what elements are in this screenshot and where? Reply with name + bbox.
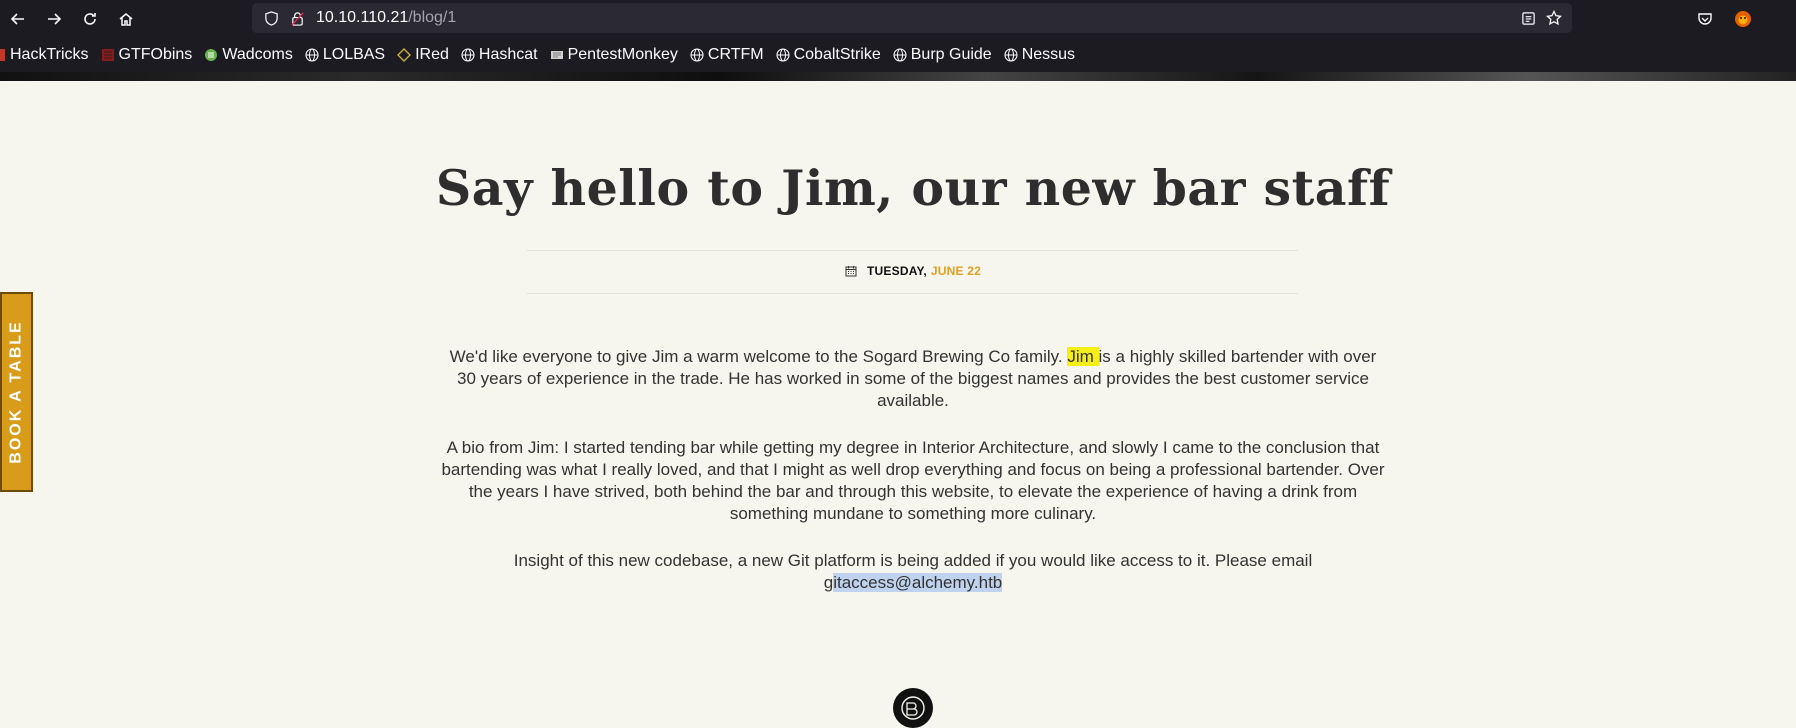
- ired-icon: [397, 48, 412, 62]
- gtfobins-icon: [101, 48, 115, 62]
- url-host: 10.10.110.21: [316, 9, 409, 26]
- bookmark-label: GTFObins: [118, 46, 193, 63]
- header-banner-strip: [0, 72, 1796, 81]
- reader-view-icon[interactable]: [1521, 11, 1536, 26]
- bookmark-label: Wadcoms: [222, 46, 293, 63]
- reload-icon: [84, 13, 96, 25]
- post-date: TUESDAY, JUNE 22: [0, 264, 1796, 278]
- blog-post-page: Say hello to Jim, our new bar staff TUES…: [0, 81, 1796, 728]
- calendar-icon: [845, 265, 857, 277]
- text-line: Insight of this new codebase, a new Git …: [513, 551, 1313, 570]
- forward-button[interactable]: [36, 0, 72, 38]
- home-button[interactable]: [108, 0, 144, 38]
- globe-icon: [893, 48, 907, 62]
- bookmark-label: PentestMonkey: [567, 46, 678, 63]
- back-button[interactable]: [0, 0, 36, 38]
- text-line: A bio from Jim: I started tending bar wh…: [446, 438, 1380, 457]
- post-paragraph-2: A bio from Jim: I started tending bar wh…: [0, 437, 1796, 525]
- firefox-account-icon: [1735, 11, 1751, 27]
- bookmark-pentestmonkey[interactable]: PentestMonkey: [550, 46, 678, 64]
- text-line: 30 years of experience in the trade. He …: [457, 369, 1369, 388]
- bookmark-nessus[interactable]: Nessus: [1004, 46, 1075, 64]
- bookmark-burp-guide[interactable]: Burp Guide: [893, 46, 992, 64]
- book-a-table-label: BOOK A TABLE: [7, 320, 25, 464]
- reload-button[interactable]: [72, 0, 108, 38]
- globe-icon: [690, 48, 704, 62]
- bookmark-label: IRed: [415, 46, 449, 63]
- bookmark-label: HackTricks: [10, 46, 89, 63]
- bookmark-ired[interactable]: IRed: [397, 46, 449, 64]
- selected-email-text: itaccess@alchemy.htb: [833, 573, 1003, 592]
- wadcoms-icon: [204, 48, 218, 62]
- bookmark-lolbas[interactable]: LOLBAS: [305, 46, 385, 64]
- brand-logo-icon[interactable]: [893, 688, 933, 728]
- bookmark-label: Burp Guide: [910, 46, 992, 63]
- bookmark-label: LOLBAS: [322, 46, 386, 63]
- pocket-icon: [1698, 13, 1712, 25]
- text-span: is a highly skilled bartender with over: [1098, 347, 1377, 366]
- post-paragraph-3: Insight of this new codebase, a new Git …: [0, 550, 1796, 594]
- divider-top: [527, 250, 1298, 251]
- bookmark-cobaltstrike[interactable]: CobaltStrike: [776, 46, 881, 64]
- hacktricks-icon: [0, 48, 6, 62]
- extension-button[interactable]: [1734, 0, 1752, 38]
- browser-toolbar: 10.10.110.21/blog/1: [0, 0, 1796, 38]
- divider-bottom: [527, 293, 1298, 294]
- text-line: available.: [877, 391, 949, 410]
- back-arrow-icon: [10, 13, 24, 25]
- book-a-table-button[interactable]: BOOK A TABLE: [0, 292, 33, 492]
- globe-icon: [1004, 48, 1018, 62]
- bookmark-gtfobins[interactable]: GTFObins: [101, 46, 193, 64]
- bookmark-label: CRTFM: [707, 46, 764, 63]
- address-bar[interactable]: 10.10.110.21/blog/1: [252, 3, 1572, 33]
- text-line: something mundane to something more culi…: [729, 504, 1097, 523]
- bookmark-wadcoms[interactable]: Wadcoms: [204, 46, 293, 64]
- bookmark-crtfm[interactable]: CRTFM: [690, 46, 764, 64]
- pentestmonkey-icon: [550, 48, 564, 62]
- bookmark-label: Hashcat: [478, 46, 538, 63]
- shield-icon[interactable]: [260, 7, 282, 29]
- home-icon: [119, 13, 133, 26]
- text-line: bartending was what I really loved, and …: [441, 460, 1385, 479]
- text-span: We'd like everyone to give Jim a warm we…: [449, 347, 1068, 366]
- text-line: the years I have strived, both behind th…: [468, 482, 1358, 501]
- pocket-button[interactable]: [1697, 0, 1713, 38]
- globe-icon: [461, 48, 475, 62]
- bookmarks-bar: HackTricks GTFObins Wadcoms LOLBAS IRed …: [0, 38, 1796, 72]
- highlighted-text: Jim: [1067, 347, 1099, 366]
- post-month-day[interactable]: JUNE 22: [931, 264, 981, 278]
- bookmark-star-icon[interactable]: [1546, 10, 1562, 26]
- bookmark-label: Nessus: [1021, 46, 1076, 63]
- bookmark-label: CobaltStrike: [793, 46, 881, 63]
- post-weekday: TUESDAY,: [867, 264, 927, 278]
- url-path: /blog/1: [408, 9, 457, 26]
- email-text: g: [823, 573, 834, 592]
- globe-icon: [776, 48, 790, 62]
- bookmark-hashcat[interactable]: Hashcat: [461, 46, 538, 64]
- globe-icon: [305, 48, 319, 62]
- post-title: Say hello to Jim, our new bar staff: [435, 159, 1391, 217]
- bookmark-hacktricks[interactable]: HackTricks: [0, 46, 89, 64]
- forward-arrow-icon: [48, 13, 62, 25]
- insecure-lock-icon[interactable]: [286, 7, 308, 29]
- post-paragraph-1: We'd like everyone to give Jim a warm we…: [0, 346, 1796, 412]
